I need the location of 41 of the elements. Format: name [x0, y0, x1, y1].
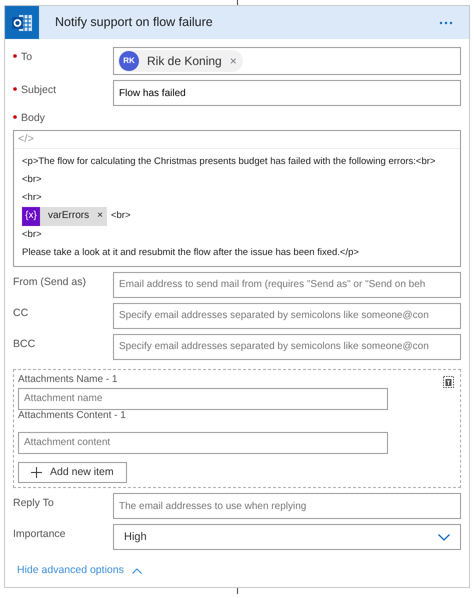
body-text: <br> [22, 172, 42, 186]
attachment-name-field[interactable]: Attachment name [18, 388, 388, 410]
remove-button[interactable]: × [230, 52, 237, 70]
field-label: Importance [13, 528, 66, 540]
body-text: <p>The flow for calculating the Christmas presents budget has failed with the following errors:<br> [22, 154, 436, 168]
more-icon[interactable] [439, 20, 453, 24]
body-editor[interactable] [13, 130, 461, 266]
mail-app-icon [11, 14, 33, 32]
body-text: <br> [110, 209, 131, 223]
text-field[interactable]: Specify email addresses separated by semicolons like someone@con [113, 334, 461, 360]
body-text: <br> [22, 228, 42, 242]
remove-button[interactable]: × [97, 207, 103, 225]
token-label: varErrors [48, 209, 90, 223]
recipient-name: Rik de Koning [147, 53, 222, 70]
variable-token[interactable]: {x} varErrors × [22, 206, 107, 226]
attachment-content-field[interactable]: Attachment content [18, 432, 388, 454]
body-text: Please take a look at it and resubmit the flow after the issue has been fixed.</p> [22, 246, 359, 260]
field-label: BCC [13, 338, 36, 350]
importance-dropdown[interactable]: High [113, 524, 461, 550]
add-item-button[interactable]: Add new item [18, 462, 127, 484]
field-label: Reply To [13, 497, 54, 510]
recipients-field[interactable]: RK Rik de Koning × [113, 47, 461, 75]
avatar: RK [119, 51, 139, 71]
text-field[interactable]: Specify email addresses separated by semicolons like someone@con [113, 302, 461, 328]
plus-icon [31, 466, 42, 478]
field-label: To [21, 51, 32, 63]
variable-icon: {x} [22, 206, 40, 226]
field-label: From (Send as) [13, 276, 86, 288]
attachment-label: Attachments Name - 1 [18, 374, 118, 386]
text-field[interactable]: Email address to send mail from (requires "Send as" or "Send on beh [113, 272, 461, 298]
attachment-label: Attachments Content - 1 [18, 410, 127, 422]
chevron-up-icon [132, 568, 142, 574]
text-field[interactable]: The email addresses to use when replying [113, 493, 461, 520]
recipient-chip[interactable]: RK Rik de Koning × [118, 50, 243, 72]
field-label: CC [13, 306, 28, 318]
chevron-down-icon [438, 534, 450, 541]
field-label: Body [21, 112, 45, 124]
card-title: Notify support on flow failure [55, 14, 214, 32]
text-field[interactable]: Flow has failed [113, 80, 461, 106]
field-label: Subject [21, 84, 56, 96]
body-text: <hr> [22, 190, 42, 204]
